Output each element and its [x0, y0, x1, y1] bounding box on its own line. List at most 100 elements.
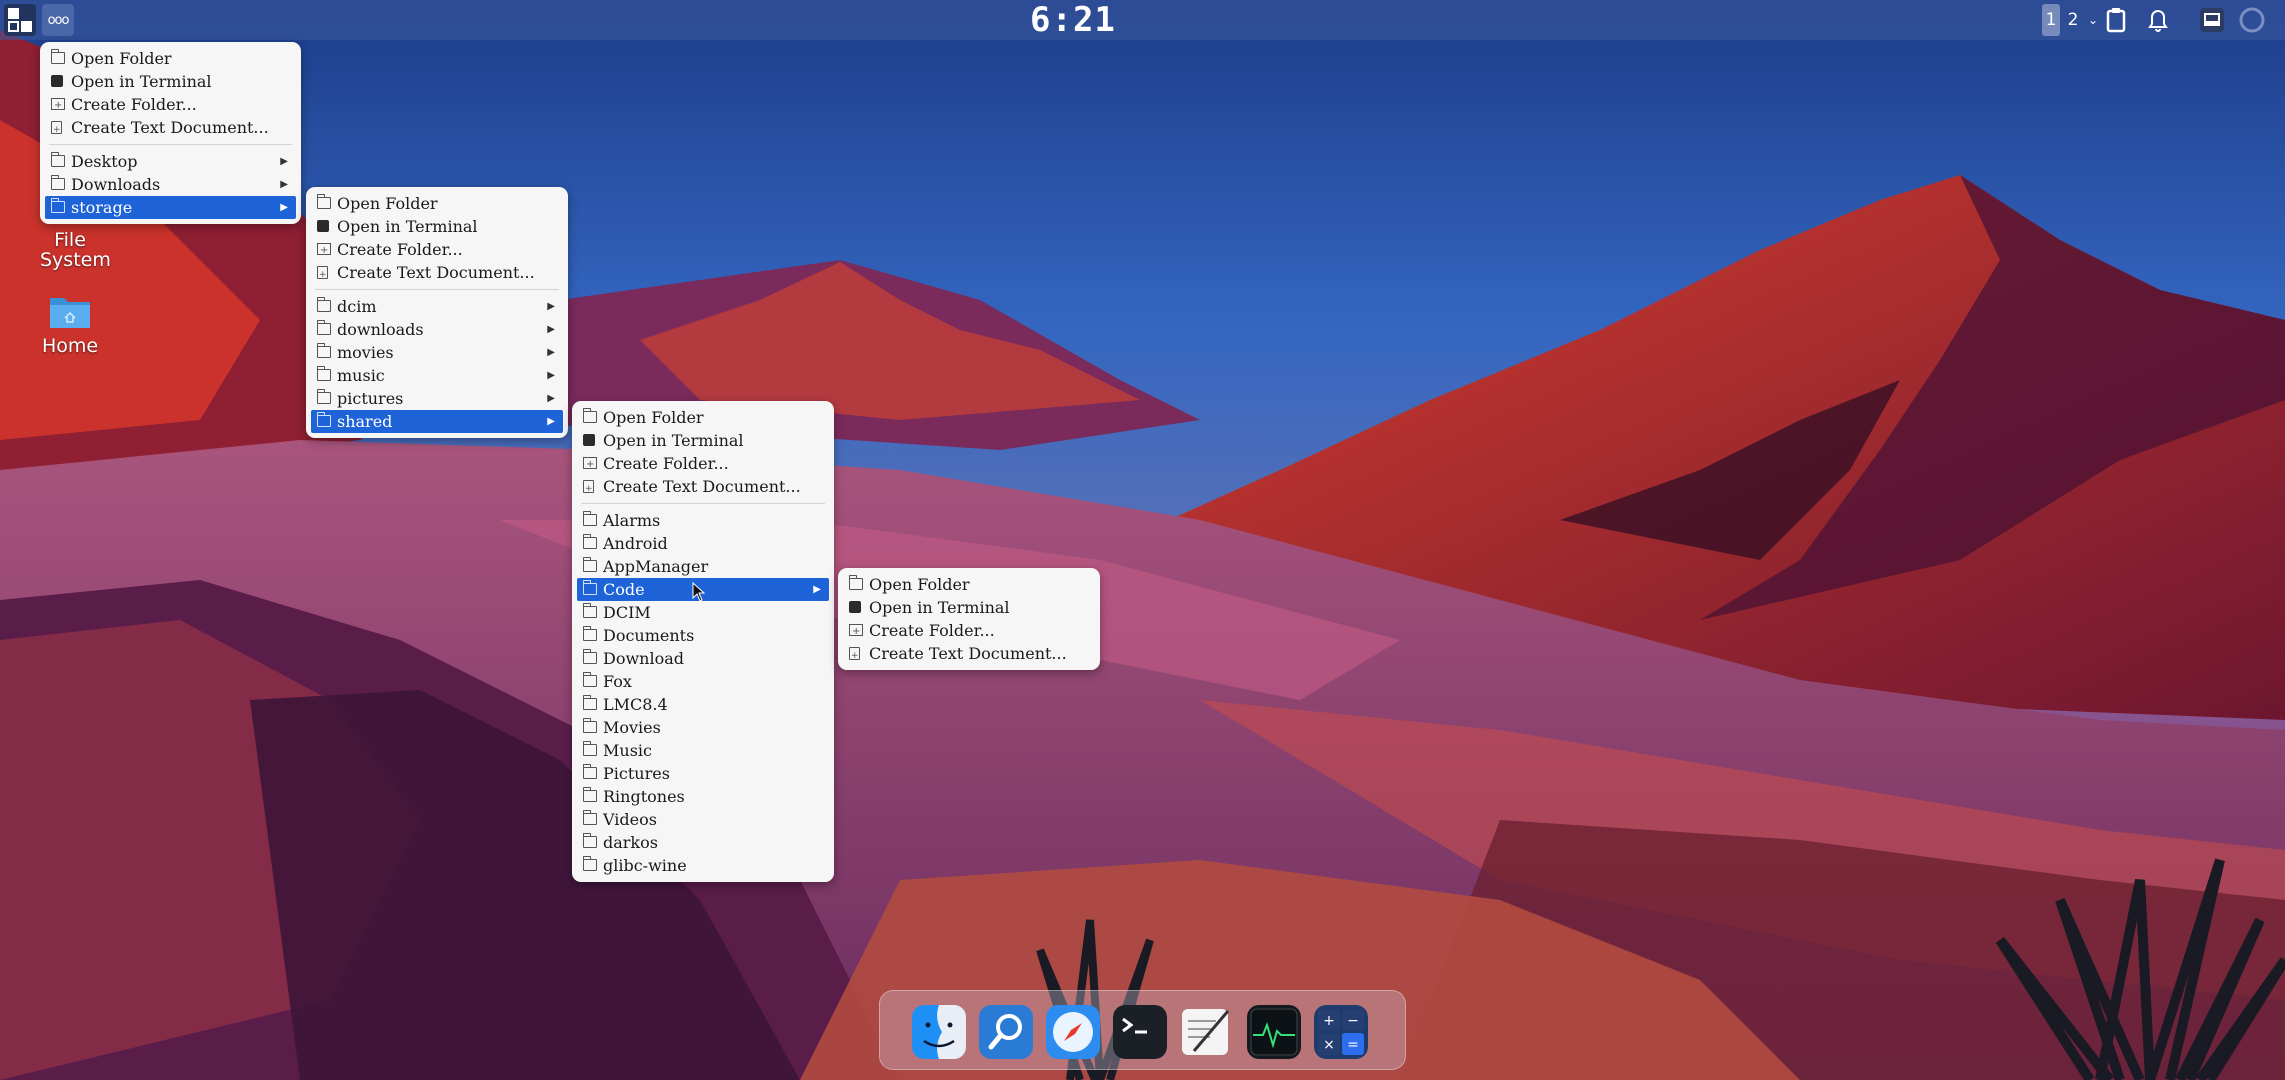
submenu-arrow-icon: ▶ — [547, 370, 555, 381]
submenu-arrow-icon: ▶ — [547, 393, 555, 404]
menu-item-open-folder[interactable]: Open Folder — [45, 47, 296, 70]
applications-menu-button[interactable] — [4, 4, 36, 36]
menu-item-open-in-terminal[interactable]: Open in Terminal — [577, 429, 829, 452]
menu-item-label: Videos — [603, 810, 657, 829]
folder-icon — [582, 603, 597, 618]
menu-item-pictures[interactable]: Pictures — [577, 762, 829, 785]
clock[interactable]: 6:21 — [1030, 0, 1115, 40]
workspace-1[interactable]: 1 — [2042, 4, 2060, 36]
menu-item-dcim[interactable]: dcim ▶ — [311, 295, 563, 318]
new-folder-icon — [849, 620, 863, 643]
menu-item-pictures[interactable]: pictures ▶ — [311, 387, 563, 410]
search-icon[interactable] — [979, 1005, 1033, 1059]
menu-item-label: Music — [603, 741, 652, 760]
menu-item-fox[interactable]: Fox — [577, 670, 829, 693]
menu-item-desktop[interactable]: Desktop ▶ — [45, 150, 296, 173]
notification-bell-icon[interactable] — [2142, 4, 2174, 36]
menu-item-create-text-document[interactable]: Create Text Document... — [843, 642, 1095, 668]
menu-item-download[interactable]: Download — [577, 647, 829, 670]
menu-item-label: Create Folder... — [71, 95, 197, 114]
menu-item-lmc84[interactable]: LMC8.4 — [577, 693, 829, 716]
menu-item-music[interactable]: Music — [577, 739, 829, 762]
menu-item-downloads[interactable]: Downloads ▶ — [45, 173, 296, 196]
text-editor-icon[interactable] — [1180, 1005, 1234, 1059]
folder-icon — [582, 672, 597, 687]
menu-item-label: Open in Terminal — [603, 431, 744, 450]
folder-icon — [582, 695, 597, 710]
activity-monitor-icon[interactable] — [1247, 1005, 1301, 1059]
menu-item-label: Create Folder... — [603, 454, 729, 473]
home-folder-icon — [50, 298, 90, 328]
menu-item-create-text-document[interactable]: Create Text Document... — [577, 475, 829, 501]
menu-item-videos[interactable]: Videos — [577, 808, 829, 831]
menu-item-open-in-terminal[interactable]: Open in Terminal — [45, 70, 296, 93]
app-grid-icon-part — [21, 21, 32, 32]
menu-item-create-folder[interactable]: Create Folder... — [843, 619, 1095, 643]
folder-icon — [582, 718, 597, 733]
wallpaper — [0, 0, 2285, 1080]
menu-item-alarms[interactable]: Alarms — [577, 509, 829, 532]
menu-item-dcim[interactable]: DCIM — [577, 601, 829, 624]
svg-text:−: − — [1347, 1013, 1359, 1029]
menu-item-label: Documents — [603, 626, 695, 645]
submenu-arrow-icon: ▶ — [547, 347, 555, 358]
menu-item-label: Movies — [603, 718, 661, 737]
menu-item-label: Open in Terminal — [337, 217, 478, 236]
menu-item-movies[interactable]: Movies — [577, 716, 829, 739]
menu-item-shared[interactable]: shared ▶ — [311, 410, 563, 433]
menu-item-open-folder[interactable]: Open Folder — [577, 406, 829, 429]
menu-item-open-folder[interactable]: Open Folder — [843, 573, 1095, 596]
menu-item-music[interactable]: music ▶ — [311, 364, 563, 387]
menu-item-storage[interactable]: storage ▶ — [45, 196, 296, 219]
menu-item-android[interactable]: Android — [577, 532, 829, 555]
new-document-icon — [849, 645, 860, 668]
submenu-arrow-icon: ▶ — [280, 179, 288, 190]
menu-item-create-folder[interactable]: Create Folder... — [311, 238, 563, 262]
workspace-2[interactable]: 2 — [2064, 4, 2082, 36]
desktop-icon-label: File System — [40, 229, 111, 271]
desktop-icon-label: Home — [41, 335, 99, 357]
menu-item-open-folder[interactable]: Open Folder — [311, 192, 563, 215]
menu-item-appmanager[interactable]: AppManager — [577, 555, 829, 578]
menu-item-label: shared — [337, 412, 393, 431]
terminal-icon[interactable] — [1113, 1005, 1167, 1059]
clipboard-icon[interactable] — [2100, 4, 2132, 36]
menu-item-create-folder[interactable]: Create Folder... — [577, 452, 829, 476]
menu-item-downloads[interactable]: downloads ▶ — [311, 318, 563, 341]
menu-item-open-in-terminal[interactable]: Open in Terminal — [311, 215, 563, 238]
menu-item-movies[interactable]: movies ▶ — [311, 341, 563, 364]
chevron-down-icon[interactable]: ⌄ — [2088, 4, 2098, 36]
safari-compass-icon[interactable] — [1046, 1005, 1100, 1059]
display-icon[interactable] — [2196, 4, 2228, 36]
menu-item-open-in-terminal[interactable]: Open in Terminal — [843, 596, 1095, 619]
menu-item-create-text-document[interactable]: Create Text Document... — [311, 261, 563, 287]
mouse-pointer-icon — [692, 582, 706, 602]
menu-item-label: Create Text Document... — [71, 118, 269, 137]
menu-item-glibc-wine[interactable]: glibc-wine — [577, 854, 829, 877]
folder-icon — [50, 175, 65, 190]
folder-icon — [316, 297, 331, 312]
menu-item-ringtones[interactable]: Ringtones — [577, 785, 829, 808]
folder-icon — [316, 194, 331, 209]
desktop-icon-file-system[interactable]: File System — [20, 230, 120, 270]
folder-icon — [582, 833, 597, 848]
menu-item-create-text-document[interactable]: Create Text Document... — [45, 116, 296, 142]
folder-icon — [582, 534, 597, 549]
menu-item-darkos[interactable]: darkos — [577, 831, 829, 854]
desktop[interactable]: ooo 6:21 1 2 ⌄ File System Home Open Fol… — [0, 0, 2285, 1080]
terminal-icon — [317, 220, 329, 232]
menu-item-label: Create Folder... — [869, 621, 995, 640]
menu-item-label: Open Folder — [869, 575, 970, 594]
refresh-icon[interactable] — [2236, 4, 2268, 36]
places-menu-button[interactable]: ooo — [42, 4, 74, 36]
menu-item-label: AppManager — [603, 557, 709, 576]
desktop-icon-home[interactable]: Home — [20, 292, 120, 356]
finder-icon[interactable] — [912, 1005, 966, 1059]
folder-icon — [582, 810, 597, 825]
new-folder-icon — [51, 94, 65, 117]
svg-text:=: = — [1347, 1037, 1359, 1053]
calculator-icon[interactable]: + − × = — [1314, 1005, 1368, 1059]
shared-submenu: Open Folder Open in Terminal Create Fold… — [572, 401, 834, 882]
menu-item-create-folder[interactable]: Create Folder... — [45, 93, 296, 117]
menu-item-documents[interactable]: Documents — [577, 624, 829, 647]
